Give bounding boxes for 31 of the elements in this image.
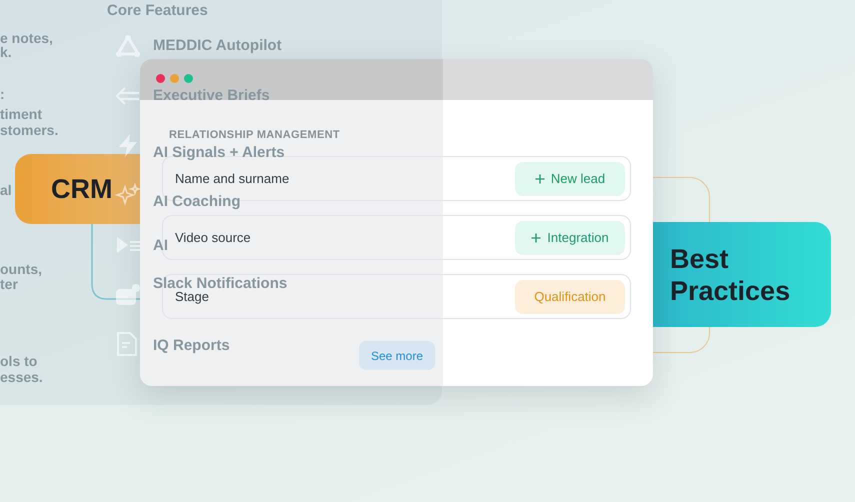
add-button[interactable]: Integration <box>515 220 625 254</box>
faded-text: timent <box>0 106 42 122</box>
panel-title: Core Features <box>107 1 208 21</box>
feature-label: AI Signals + Alerts <box>153 143 285 163</box>
faded-text: ounts, <box>0 261 42 277</box>
faded-text: ter <box>0 276 18 292</box>
sparkles-icon <box>115 183 141 208</box>
feature-label: MEDDIC Autopilot <box>153 36 282 56</box>
row-label: Name and surname <box>175 170 290 188</box>
badge-label: CRM <box>51 172 112 206</box>
feature-label: IQ Reports <box>153 336 230 356</box>
triangle-icon <box>115 34 141 58</box>
faded-text: esses. <box>0 369 43 385</box>
add-button[interactable]: New lead <box>515 162 625 196</box>
status-chip: Qualification <box>515 280 625 314</box>
feature-label: AI Coaching <box>153 192 241 212</box>
see-more-button[interactable]: See more <box>359 341 435 370</box>
plus-icon <box>534 174 545 184</box>
faded-text: : <box>0 86 5 102</box>
faded-text: stomers. <box>0 122 58 138</box>
feature-label: AI <box>153 236 168 256</box>
chat-icon <box>115 282 141 306</box>
faded-text: al <box>0 182 12 198</box>
badge-label: Best Practices <box>670 242 792 306</box>
faded-text: e notes, <box>0 30 53 46</box>
feature-label: Executive Briefs <box>153 86 270 106</box>
faded-text: ols to <box>0 353 38 369</box>
faded-text: k. <box>0 44 12 60</box>
row-label: Video source <box>175 228 251 247</box>
plus-icon <box>531 232 542 242</box>
section-title: RELATIONSHIP MANAGEMENT <box>168 128 341 141</box>
